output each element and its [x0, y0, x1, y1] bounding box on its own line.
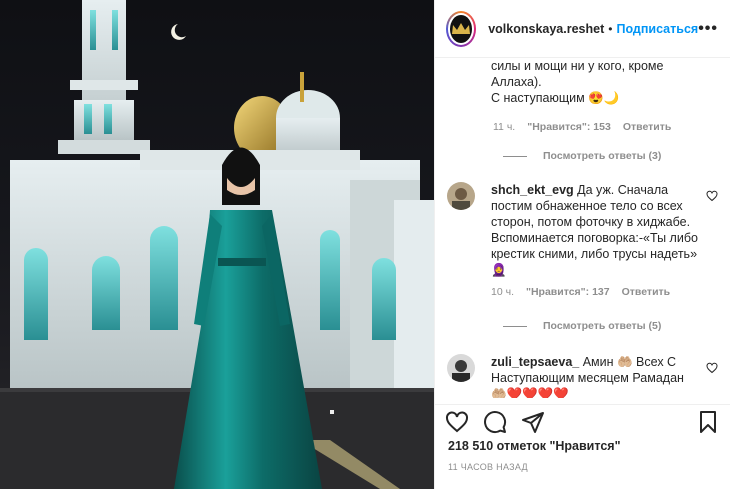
- crown-icon: [452, 22, 471, 34]
- reply-button[interactable]: Ответить: [623, 121, 672, 133]
- post-date[interactable]: 11 ЧАСОВ НАЗАД: [448, 462, 528, 472]
- replies-divider: [503, 325, 527, 327]
- view-replies-button[interactable]: Посмотреть ответы (3): [503, 150, 661, 162]
- comment-caption-tail: силы и мощи ни у кого, кроме Аллаха). С …: [491, 58, 711, 106]
- heart-icon[interactable]: [445, 410, 469, 434]
- comment-meta: 10 ч. "Нравится": 137 Ответить: [491, 286, 698, 298]
- post-header: volkonskaya.reshet • Подписаться •••: [435, 0, 730, 58]
- comment-icon[interactable]: [483, 410, 507, 434]
- follow-button[interactable]: Подписаться: [616, 22, 698, 36]
- moon-icon: [171, 24, 186, 40]
- comment-line: Аллаха).: [491, 75, 542, 89]
- action-bar: [435, 404, 730, 438]
- view-replies-label: Посмотреть ответы (3): [543, 150, 662, 162]
- comments-list[interactable]: силы и мощи ни у кого, кроме Аллаха). С …: [435, 58, 730, 398]
- view-replies-button[interactable]: Посмотреть ответы (5): [503, 320, 661, 332]
- more-icon[interactable]: •••: [698, 20, 718, 38]
- username[interactable]: volkonskaya.reshet: [488, 22, 604, 36]
- comment-username[interactable]: zuli_tepsaeva_: [491, 355, 579, 369]
- comment-time[interactable]: 10 ч.: [491, 286, 514, 298]
- replies-divider: [503, 155, 527, 157]
- comment-item: zuli_tepsaeva_ Амин 🤲🏼 Всех С Наступающи…: [447, 354, 718, 398]
- separator-dot: •: [608, 21, 613, 36]
- post-side-panel: volkonskaya.reshet • Подписаться ••• сил…: [434, 0, 730, 489]
- like-comment-icon[interactable]: [706, 190, 718, 202]
- comment-line: силы и мощи ни у кого, кроме: [491, 59, 664, 73]
- comment-likes[interactable]: "Нравится": 153: [527, 121, 611, 133]
- comment-text: Да уж. Сначала постим обнаженное тело со…: [491, 183, 698, 277]
- comment-meta: 11 ч. "Нравится": 153 Ответить: [493, 121, 671, 133]
- share-icon[interactable]: [521, 410, 545, 434]
- comment-item: shch_ekt_evg Да уж. Сначала постим обнаж…: [447, 182, 718, 298]
- post-photo[interactable]: [0, 0, 434, 489]
- post-photo-illustration: [0, 0, 434, 489]
- comment-time[interactable]: 11 ч.: [493, 121, 515, 133]
- comment-username[interactable]: shch_ekt_evg: [491, 183, 574, 197]
- comment-line: С наступающим 😍🌙: [491, 91, 620, 105]
- avatar[interactable]: [446, 10, 477, 47]
- comment-avatar[interactable]: [447, 182, 475, 210]
- view-replies-label: Посмотреть ответы (5): [543, 320, 662, 332]
- reply-button[interactable]: Ответить: [622, 286, 671, 298]
- comment-likes[interactable]: "Нравится": 137: [526, 286, 610, 298]
- like-comment-icon[interactable]: [706, 362, 718, 374]
- likes-count[interactable]: 218 510 отметок "Нравится": [448, 439, 621, 453]
- save-icon[interactable]: [696, 410, 720, 434]
- comment-avatar[interactable]: [447, 354, 475, 382]
